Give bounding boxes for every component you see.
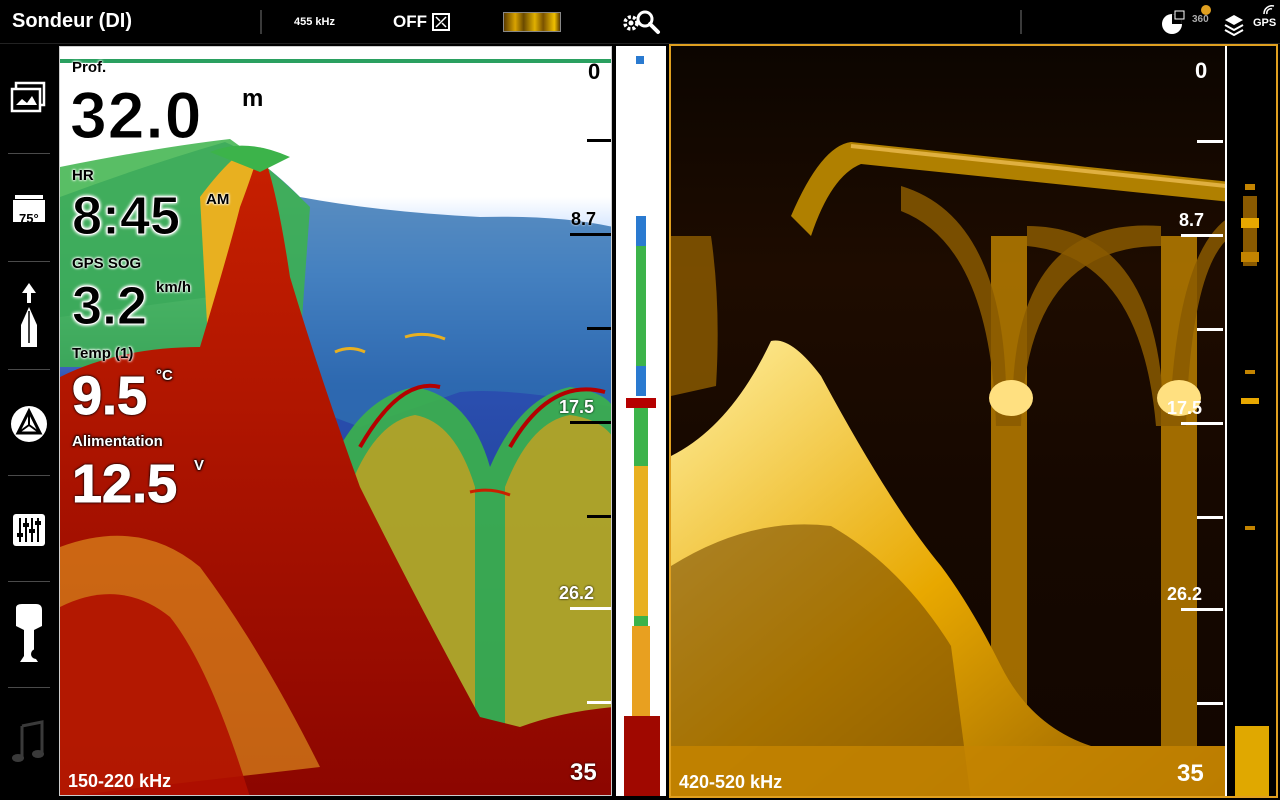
page-title[interactable]: Sondeur (DI) <box>12 10 132 33</box>
time-label: HR <box>72 167 94 184</box>
chart-icon <box>11 406 47 442</box>
frequency-label[interactable]: 455 kHz <box>294 16 335 28</box>
time-value[interactable]: 8:45 <box>71 185 180 247</box>
offset-icon[interactable] <box>432 13 450 31</box>
divider <box>8 581 50 582</box>
depth-unit: m <box>242 85 264 112</box>
depth-value[interactable]: 32.0 <box>69 77 202 153</box>
radar-icon[interactable] <box>1160 8 1186 36</box>
a-scope-bar <box>614 46 666 796</box>
scale-0: 0 <box>588 59 601 84</box>
settings-search-icon[interactable] <box>620 8 662 36</box>
time-unit: AM <box>206 191 230 208</box>
top-bar: Sondeur (DI) 455 kHz OFF 360 GPS <box>0 0 1280 44</box>
views-button[interactable] <box>0 45 58 151</box>
depth-label: Prof. <box>72 59 107 76</box>
sidebar: 75° <box>0 45 58 800</box>
warning-icon <box>1201 5 1211 15</box>
scale-tick <box>1181 608 1223 611</box>
navigation-button[interactable] <box>0 263 58 369</box>
scale-tick <box>587 701 611 704</box>
amplitude-image <box>1235 184 1269 796</box>
sog-label: GPS SOG <box>72 255 142 272</box>
divider <box>1020 10 1022 34</box>
temp-label: Temp (1) <box>72 345 134 362</box>
scale-tick <box>587 139 611 142</box>
temperature-button[interactable]: 75° <box>0 155 58 261</box>
sog-unit: km/h <box>156 279 192 296</box>
scale-tick <box>1197 328 1223 331</box>
outboard-motor-icon <box>16 604 42 662</box>
chart-button[interactable] <box>0 371 58 477</box>
scale-tick <box>570 607 611 610</box>
amplitude-bar <box>1225 46 1276 796</box>
divider <box>8 687 50 688</box>
gps-signal-icon <box>1263 5 1275 15</box>
off-label[interactable]: OFF <box>393 12 427 32</box>
scale-26.2: 26.2 <box>1167 584 1203 604</box>
scale-tick <box>1197 702 1223 705</box>
views-icon <box>10 81 46 113</box>
scale-17.5: 17.5 <box>559 397 595 417</box>
music-icon <box>12 720 44 762</box>
scale-17.5: 17.5 <box>1167 398 1203 418</box>
navigation-icon <box>21 283 37 347</box>
down-imaging-view[interactable]: 0 8.7 17.5 26.2 35 420-520 kHz <box>669 44 1278 798</box>
scale-tick <box>1197 140 1223 143</box>
scale-tick <box>570 233 611 236</box>
scale-tick <box>570 421 611 424</box>
divider <box>260 10 262 34</box>
power-value[interactable]: 12.5 <box>71 453 177 515</box>
temp-value[interactable]: 9.5 <box>71 365 147 427</box>
scale-tick <box>1181 234 1223 237</box>
scale-35: 35 <box>570 759 597 786</box>
frequency-range-left: 150-220 kHz <box>68 771 172 791</box>
scale-tick <box>587 327 611 330</box>
image-thumbnail[interactable] <box>503 12 561 32</box>
divider <box>8 153 50 154</box>
scale-8.7: 8.7 <box>571 209 597 229</box>
scale-tick <box>1181 422 1223 425</box>
music-button[interactable] <box>0 689 58 795</box>
scale-tick <box>587 515 611 518</box>
divider <box>8 261 50 262</box>
sog-value[interactable]: 3.2 <box>71 275 147 337</box>
scale-8.7: 8.7 <box>1179 210 1205 230</box>
frequency-range-right: 420-520 kHz <box>679 772 783 792</box>
temperature-label: 75° <box>19 211 39 226</box>
divider <box>8 475 50 476</box>
360-status[interactable]: 360 <box>1192 14 1209 25</box>
scale-tick <box>1197 516 1223 519</box>
sonar-2d-view[interactable]: Prof. 32.0 m HR 8:45 AM GPS SOG 3.2 km/h… <box>59 46 612 796</box>
equalizer-icon <box>13 514 45 546</box>
temp-unit: °C <box>156 367 173 384</box>
power-label: Alimentation <box>72 433 163 450</box>
scale-26.2: 26.2 <box>559 583 595 603</box>
a-scope-image <box>624 56 660 796</box>
scale-35: 35 <box>1177 760 1204 787</box>
layers-icon[interactable] <box>1222 8 1248 37</box>
motor-button[interactable] <box>0 583 58 689</box>
divider <box>8 369 50 370</box>
equalizer-button[interactable] <box>0 477 58 583</box>
power-unit: V <box>194 457 205 474</box>
gps-status[interactable]: GPS <box>1253 17 1276 29</box>
scale-0: 0 <box>1195 58 1208 83</box>
